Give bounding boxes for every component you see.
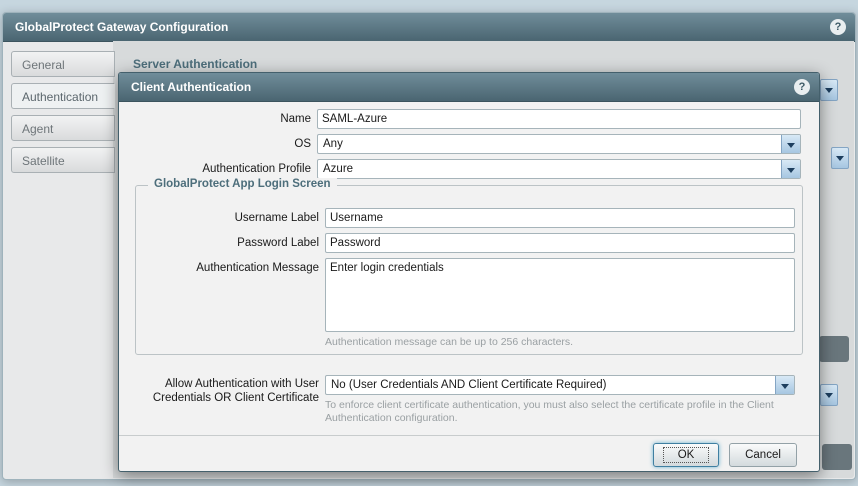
auth-message-textarea[interactable] (325, 258, 795, 332)
chevron-down-icon[interactable] (781, 135, 800, 153)
ok-button-label: OK (663, 447, 710, 463)
ok-button[interactable]: OK (653, 443, 719, 467)
username-label-input[interactable] (325, 208, 795, 228)
name-input[interactable] (317, 109, 801, 129)
tab-authentication[interactable]: Authentication (11, 83, 115, 109)
dialog-titlebar: Client Authentication ? (119, 73, 819, 102)
cert-auth-label-line1: Allow Authentication with User (119, 377, 319, 391)
auth-profile-label: Authentication Profile (119, 162, 311, 176)
client-auth-dialog: Client Authentication ? Name OS Any Auth… (118, 72, 820, 472)
tab-agent[interactable]: Agent (11, 115, 115, 141)
cancel-button[interactable]: Cancel (729, 443, 797, 467)
window-titlebar: GlobalProtect Gateway Configuration ? (3, 13, 855, 42)
os-dropdown[interactable]: Any (317, 134, 801, 154)
footer-divider (119, 435, 819, 436)
cert-auth-label-line2: Credentials OR Client Certificate (119, 391, 319, 405)
section-title-server-authentication: Server Authentication (133, 57, 257, 71)
background-button-fragment (822, 444, 852, 470)
screen: GlobalProtect Gateway Configuration ? Se… (0, 0, 858, 486)
dialog-help-icon[interactable]: ? (794, 79, 810, 95)
cert-auth-hint: To enforce client certificate authentica… (325, 399, 787, 425)
auth-profile-dropdown[interactable]: Azure (317, 159, 801, 179)
os-label: OS (119, 137, 311, 151)
tab-general[interactable]: General (11, 51, 115, 77)
cert-auth-dropdown[interactable]: No (User Credentials AND Client Certific… (325, 375, 795, 395)
dialog-title: Client Authentication (119, 80, 251, 94)
background-panel-fragment (819, 336, 849, 362)
window-title: GlobalProtect Gateway Configuration (3, 20, 228, 34)
tab-satellite[interactable]: Satellite (11, 147, 115, 173)
auth-message-label: Authentication Message (119, 261, 319, 275)
password-label-input[interactable] (325, 233, 795, 253)
cancel-button-label: Cancel (745, 449, 781, 461)
cert-auth-label: Allow Authentication with User Credentia… (119, 377, 319, 405)
login-screen-legend: GlobalProtect App Login Screen (148, 178, 337, 190)
cert-auth-dropdown-value: No (User Credentials AND Client Certific… (331, 379, 772, 391)
os-dropdown-value: Any (323, 138, 778, 150)
background-dropdown-arrow-icon (820, 384, 838, 406)
username-label-label: Username Label (119, 211, 319, 225)
background-dropdown-arrow-icon (831, 147, 849, 169)
auth-profile-dropdown-value: Azure (323, 163, 778, 175)
name-label: Name (119, 112, 311, 126)
auth-message-hint: Authentication message can be up to 256 … (325, 336, 785, 349)
chevron-down-icon[interactable] (775, 376, 794, 394)
help-icon[interactable]: ? (830, 19, 846, 35)
password-label-label: Password Label (119, 236, 319, 250)
chevron-down-icon[interactable] (781, 160, 800, 178)
background-dropdown-arrow-icon (820, 79, 838, 101)
